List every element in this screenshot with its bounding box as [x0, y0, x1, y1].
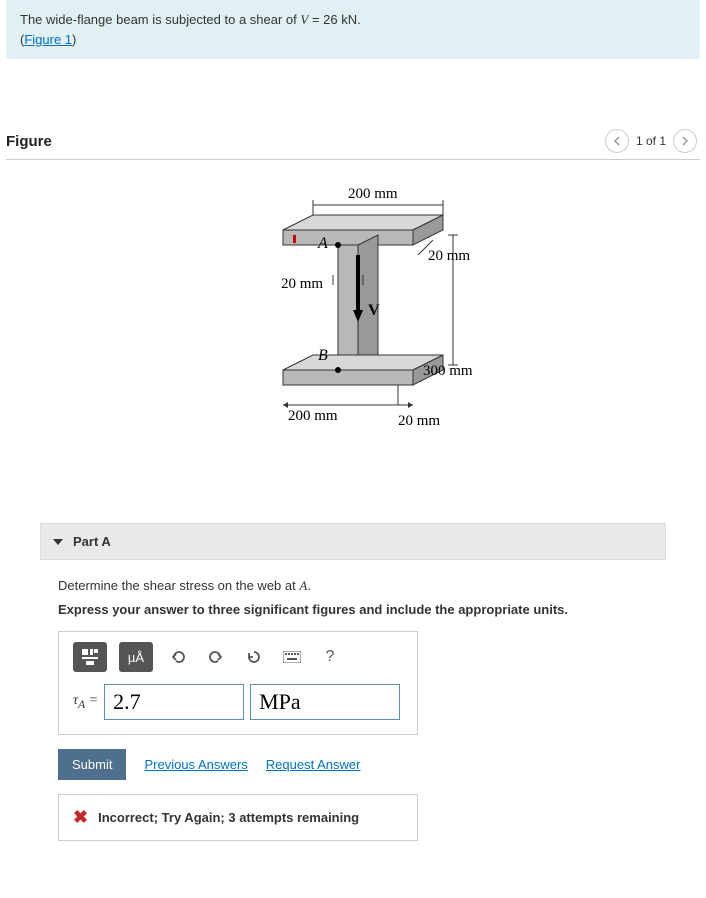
feedback-text: Incorrect; Try Again; 3 attempts remaini… — [98, 810, 359, 825]
dim-bottom-flange: 20 mm — [398, 413, 440, 429]
dim-top-width: 200 mm — [348, 186, 398, 202]
part-a-title: Part A — [73, 534, 111, 549]
dim-web-t: 20 mm — [281, 276, 323, 292]
figure-image: V A B 200 mm 20 mm 20 mm 300 mm — [6, 160, 700, 503]
shear-label: V — [368, 302, 380, 319]
figure-title: Figure — [6, 133, 52, 150]
dim-top-flange: 20 mm — [428, 248, 470, 264]
reset-icon — [246, 649, 262, 665]
point-a-label: A — [317, 235, 328, 252]
figure-section: Figure 1 of 1 V A — [0, 129, 706, 503]
units-button[interactable]: µÅ — [119, 642, 153, 672]
answer-box: µÅ ? τA = — [58, 631, 418, 735]
action-row: Submit Previous Answers Request Answer — [58, 749, 658, 780]
answer-row: τA = — [73, 684, 403, 720]
problem-text: The wide-flange beam is subjected to a s… — [20, 12, 300, 27]
submit-button[interactable]: Submit — [58, 749, 126, 780]
fraction-icon — [81, 648, 99, 666]
keyboard-icon — [283, 651, 301, 663]
previous-answers-link[interactable]: Previous Answers — [144, 757, 247, 772]
figure-header: Figure 1 of 1 — [6, 129, 700, 160]
answer-value-input[interactable] — [104, 684, 244, 720]
figure-link[interactable]: Figure 1 — [24, 32, 72, 47]
redo-button[interactable] — [203, 644, 229, 670]
problem-value: 26 kN — [323, 12, 357, 27]
redo-icon — [208, 649, 224, 665]
undo-icon — [170, 649, 186, 665]
request-answer-link[interactable]: Request Answer — [266, 757, 361, 772]
template-button[interactable] — [73, 642, 107, 672]
figure-prev-button[interactable] — [605, 129, 629, 153]
dim-bottom-width: 200 mm — [288, 408, 338, 424]
dim-web-height: 300 mm — [423, 363, 473, 379]
answer-unit-input[interactable] — [250, 684, 400, 720]
answer-toolbar: µÅ ? — [73, 642, 403, 672]
chevron-left-icon — [613, 136, 621, 146]
problem-statement: The wide-flange beam is subjected to a s… — [6, 0, 700, 59]
figure-next-button[interactable] — [673, 129, 697, 153]
instruction-text: Determine the shear stress on the web at… — [58, 578, 658, 594]
part-a-header[interactable]: Part A — [40, 523, 666, 560]
chevron-right-icon — [681, 136, 689, 146]
reset-button[interactable] — [241, 644, 267, 670]
part-a-section: Part A Determine the shear stress on the… — [40, 523, 666, 851]
incorrect-icon: ✖ — [73, 807, 88, 828]
keyboard-button[interactable] — [279, 644, 305, 670]
point-b-label: B — [318, 347, 328, 364]
help-button[interactable]: ? — [317, 644, 343, 670]
answer-label: τA = — [73, 693, 98, 711]
figure-count: 1 of 1 — [636, 134, 666, 148]
caret-down-icon — [53, 539, 63, 545]
undo-button[interactable] — [165, 644, 191, 670]
instruction-bold: Express your answer to three significant… — [58, 602, 658, 617]
feedback-box: ✖ Incorrect; Try Again; 3 attempts remai… — [58, 794, 418, 841]
